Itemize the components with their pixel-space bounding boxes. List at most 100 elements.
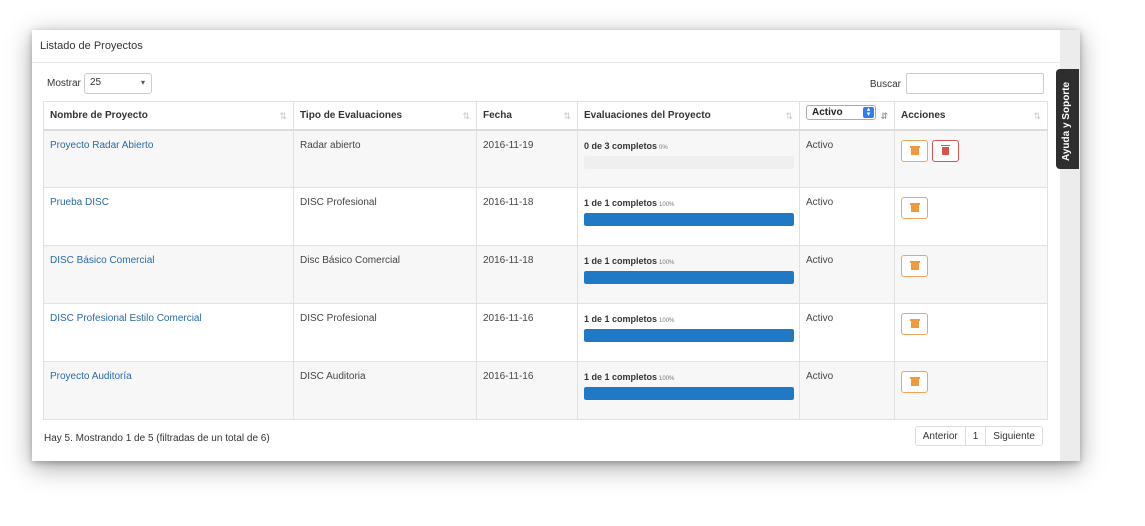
cell-date: 2016-11-18 bbox=[476, 187, 578, 246]
cell-type: DISC Profesional bbox=[293, 187, 477, 246]
archive-button[interactable] bbox=[901, 313, 928, 335]
archive-button[interactable] bbox=[901, 371, 928, 393]
show-label: Mostrar bbox=[47, 78, 81, 89]
cell-name: DISC Básico Comercial bbox=[43, 245, 294, 304]
search-label: Buscar bbox=[869, 79, 901, 90]
cell-progress: 1 de 1 completos 100% bbox=[577, 303, 800, 362]
project-link[interactable]: Prueba DISC bbox=[50, 197, 109, 208]
sort-icon: ⇅ bbox=[279, 111, 287, 121]
help-support-label: Ayuda y Soporte bbox=[1061, 81, 1072, 161]
archive-icon bbox=[910, 319, 920, 328]
table-row: Proyecto Radar Abierto Radar abierto 201… bbox=[43, 129, 1048, 188]
archive-icon bbox=[910, 377, 920, 386]
progress-fill bbox=[584, 387, 794, 400]
pagination: Anterior 1 Siguiente bbox=[914, 426, 1043, 446]
progress-fill bbox=[584, 329, 794, 342]
progress-label: 1 de 1 completos 100% bbox=[584, 198, 675, 208]
progress-bar bbox=[584, 387, 794, 400]
sort-icon: ⇅ bbox=[785, 111, 793, 121]
prev-page-button[interactable]: Anterior bbox=[915, 427, 965, 445]
archive-button[interactable] bbox=[901, 197, 928, 219]
cell-actions bbox=[894, 303, 1048, 362]
cell-name: Proyecto Radar Abierto bbox=[43, 129, 294, 188]
cell-progress: 1 de 1 completos 100% bbox=[577, 187, 800, 246]
progress-bar bbox=[584, 271, 794, 284]
page-size-select[interactable]: 25 ▾ bbox=[84, 73, 152, 94]
header-evaluations[interactable]: Evaluaciones del Proyecto ⇅ bbox=[577, 101, 800, 131]
cell-status: Activo bbox=[799, 129, 895, 188]
panel-title: Listado de Proyectos bbox=[32, 30, 1060, 63]
header-date[interactable]: Fecha ⇅ bbox=[476, 101, 578, 131]
progress-fill bbox=[584, 213, 794, 226]
window-frame: Listado de Proyectos Mostrar 25 ▾ Buscar… bbox=[32, 30, 1080, 461]
progress-bar bbox=[584, 155, 794, 169]
table-row: DISC Básico Comercial Disc Básico Comerc… bbox=[43, 245, 1048, 304]
delete-button[interactable] bbox=[931, 139, 959, 162]
cell-type: Disc Básico Comercial bbox=[293, 245, 477, 304]
cell-name: DISC Profesional Estilo Comercial bbox=[43, 303, 294, 362]
table-row: DISC Profesional Estilo Comercial DISC P… bbox=[43, 303, 1048, 362]
progress-label: 1 de 1 completos 100% bbox=[584, 372, 675, 382]
sort-icon: ⇅ bbox=[1033, 111, 1041, 121]
page-1-button[interactable]: 1 bbox=[964, 427, 986, 445]
select-stepper-icon: ▴ ▾ bbox=[863, 106, 874, 118]
cell-progress: 1 de 1 completos 100% bbox=[577, 361, 800, 420]
cell-actions bbox=[894, 187, 1048, 246]
cell-status: Activo bbox=[799, 361, 895, 420]
page-size-value: 25 bbox=[90, 77, 102, 88]
header-actions[interactable]: Acciones ⇅ bbox=[894, 101, 1048, 131]
progress-bar bbox=[584, 329, 794, 342]
filter-sort-icon[interactable]: ⇵ bbox=[880, 111, 888, 122]
sort-icon: ⇅ bbox=[462, 111, 470, 121]
header-status[interactable]: Activo ▴ ▾ ⇵ bbox=[799, 101, 895, 131]
archive-button[interactable] bbox=[901, 139, 928, 162]
cell-status: Activo bbox=[799, 245, 895, 304]
project-link[interactable]: Proyecto Radar Abierto bbox=[50, 140, 153, 151]
trash-icon bbox=[940, 144, 950, 155]
status-filter-value: Activo bbox=[812, 107, 843, 118]
progress-label: 0 de 3 completos 0% bbox=[584, 140, 668, 151]
archive-button[interactable] bbox=[901, 255, 928, 277]
progress-label: 1 de 1 completos 100% bbox=[584, 256, 675, 266]
cell-actions bbox=[894, 361, 1048, 420]
cell-date: 2016-11-19 bbox=[476, 129, 578, 188]
table-row: Prueba DISC DISC Profesional 2016-11-18 … bbox=[43, 187, 1048, 246]
cell-type: DISC Profesional bbox=[293, 303, 477, 362]
table-info: Hay 5. Mostrando 1 de 5 (filtradas de un… bbox=[44, 433, 270, 444]
status-filter-select[interactable]: Activo ▴ ▾ bbox=[806, 105, 876, 120]
archive-icon bbox=[910, 145, 920, 155]
caret-down-icon: ▾ bbox=[140, 78, 145, 87]
cell-progress: 0 de 3 completos 0% bbox=[577, 129, 800, 188]
cell-actions bbox=[894, 129, 1048, 188]
sort-icon: ⇅ bbox=[563, 111, 571, 121]
table-row: Proyecto Auditoría DISC Auditoria 2016-1… bbox=[43, 361, 1048, 420]
table-controls: Mostrar 25 ▾ Buscar bbox=[44, 73, 1044, 95]
cell-status: Activo bbox=[799, 187, 895, 246]
cell-date: 2016-11-18 bbox=[476, 245, 578, 304]
table-header-row: Nombre de Proyecto ⇅ Tipo de Evaluaciones… bbox=[43, 101, 1048, 131]
cell-progress: 1 de 1 completos 100% bbox=[577, 245, 800, 304]
search-input[interactable] bbox=[906, 73, 1044, 94]
archive-icon bbox=[910, 261, 920, 270]
header-name[interactable]: Nombre de Proyecto ⇅ bbox=[43, 101, 294, 131]
progress-fill bbox=[584, 271, 794, 284]
projects-table: Nombre de Proyecto ⇅ Tipo de Evaluaciones… bbox=[43, 101, 1048, 420]
cell-actions bbox=[894, 245, 1048, 304]
cell-date: 2016-11-16 bbox=[476, 361, 578, 420]
cell-status: Activo bbox=[799, 303, 895, 362]
archive-icon bbox=[910, 203, 920, 212]
progress-label: 1 de 1 completos 100% bbox=[584, 314, 675, 324]
cell-name: Prueba DISC bbox=[43, 187, 294, 246]
project-link[interactable]: Proyecto Auditoría bbox=[50, 371, 132, 382]
cell-date: 2016-11-16 bbox=[476, 303, 578, 362]
project-link[interactable]: DISC Básico Comercial bbox=[50, 255, 154, 266]
progress-bar bbox=[584, 213, 794, 226]
cell-type: Radar abierto bbox=[293, 129, 477, 188]
cell-name: Proyecto Auditoría bbox=[43, 361, 294, 420]
next-page-button[interactable]: Siguiente bbox=[985, 427, 1042, 445]
projects-panel: Listado de Proyectos Mostrar 25 ▾ Buscar… bbox=[32, 30, 1060, 461]
help-support-tab[interactable]: Ayuda y Soporte bbox=[1056, 69, 1079, 169]
project-link[interactable]: DISC Profesional Estilo Comercial bbox=[50, 313, 202, 324]
cell-type: DISC Auditoria bbox=[293, 361, 477, 420]
header-type[interactable]: Tipo de Evaluaciones ⇅ bbox=[293, 101, 477, 131]
